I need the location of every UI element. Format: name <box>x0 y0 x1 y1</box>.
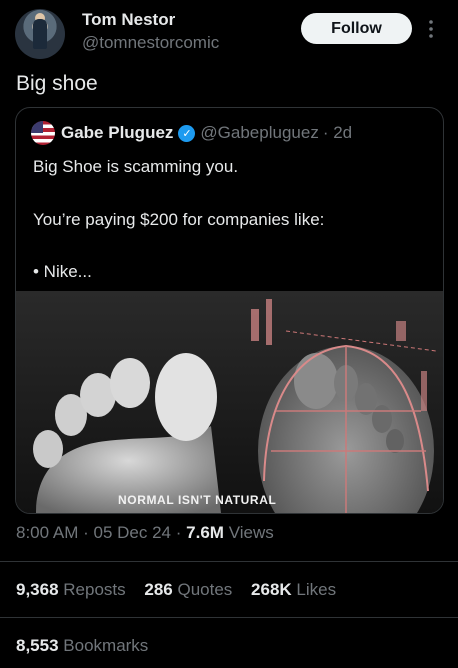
vertical-dots-icon <box>429 20 433 38</box>
image-caption: NORMAL ISN'T NATURAL <box>118 493 277 507</box>
left-big-toe <box>155 353 217 441</box>
quote-text-line-2: You’re paying $200 for companies like: <box>33 210 325 229</box>
quoted-tweet[interactable]: Gabe Pluguez ✓ @Gabepluguez · 2d Big Sho… <box>15 107 444 514</box>
quote-avatar[interactable] <box>31 121 55 145</box>
quote-text-line-1: Big Shoe is scamming you. <box>33 157 239 176</box>
tweet-header: Tom Nestor @tomnestorcomic Follow <box>0 0 458 64</box>
quotes-count: 286 <box>144 580 173 599</box>
bookmarks-label: Bookmarks <box>63 636 149 655</box>
divider-2 <box>0 617 458 618</box>
quote-header: Gabe Pluguez ✓ @Gabepluguez · 2d <box>31 121 352 145</box>
reposts-count: 9,368 <box>16 580 59 599</box>
right-toe-3 <box>355 383 377 415</box>
views-label: Views <box>228 523 274 542</box>
views-count: 7.6M <box>186 523 224 542</box>
meta-separator-1: · <box>83 523 89 542</box>
left-toe-1 <box>33 430 63 468</box>
bookmarks-count: 8,553 <box>16 636 59 655</box>
quotes-stat[interactable]: 286 Quotes <box>144 580 232 599</box>
follow-button[interactable]: Follow <box>301 13 412 44</box>
avatar[interactable] <box>15 9 65 59</box>
verified-badge-icon: ✓ <box>178 124 196 142</box>
author-handle[interactable]: @tomnestorcomic <box>82 33 219 53</box>
likes-count: 268K <box>251 580 292 599</box>
meta-separator-2: · <box>175 523 182 542</box>
divider-1 <box>0 561 458 562</box>
tweet-meta: 8:00 AM · 05 Dec 24 · 7.6M Views <box>16 523 274 543</box>
left-toe-4 <box>110 358 150 408</box>
reposts-stat[interactable]: 9,368 Reposts <box>16 580 126 599</box>
right-toe-5 <box>386 429 404 453</box>
overlay-mark-3 <box>396 321 406 341</box>
tweet-text: Big shoe <box>16 72 98 95</box>
author-name[interactable]: Tom Nestor <box>82 10 175 30</box>
quotes-label: Quotes <box>177 580 233 599</box>
quote-time: · 2d <box>322 123 353 142</box>
bookmarks-stat[interactable]: 8,553 Bookmarks <box>16 636 148 656</box>
overlay-mark-4 <box>421 371 427 411</box>
quote-image[interactable]: NORMAL ISN'T NATURAL <box>16 291 443 513</box>
quote-author-handle[interactable]: @Gabepluguez <box>200 123 318 143</box>
likes-label: Likes <box>296 580 337 599</box>
reposts-label: Reposts <box>63 580 126 599</box>
likes-stat[interactable]: 268K Likes <box>251 580 336 599</box>
tweet-date[interactable]: 05 Dec 24 <box>94 523 172 542</box>
right-big-toe <box>294 353 338 409</box>
quote-author-name[interactable]: Gabe Pluguez <box>61 123 173 143</box>
more-options-icon[interactable] <box>425 17 437 41</box>
overlay-mark-2 <box>266 299 272 345</box>
right-toe-4 <box>372 405 392 433</box>
quote-text-line-3: • Nike... <box>33 262 92 281</box>
tweet-time[interactable]: 8:00 AM <box>16 523 78 542</box>
foot-comparison-image <box>16 291 443 513</box>
overlay-mark-1 <box>251 309 259 341</box>
engagement-stats: 9,368 Reposts 286 Quotes 268K Likes <box>16 580 336 600</box>
avatar-figure <box>33 19 47 49</box>
